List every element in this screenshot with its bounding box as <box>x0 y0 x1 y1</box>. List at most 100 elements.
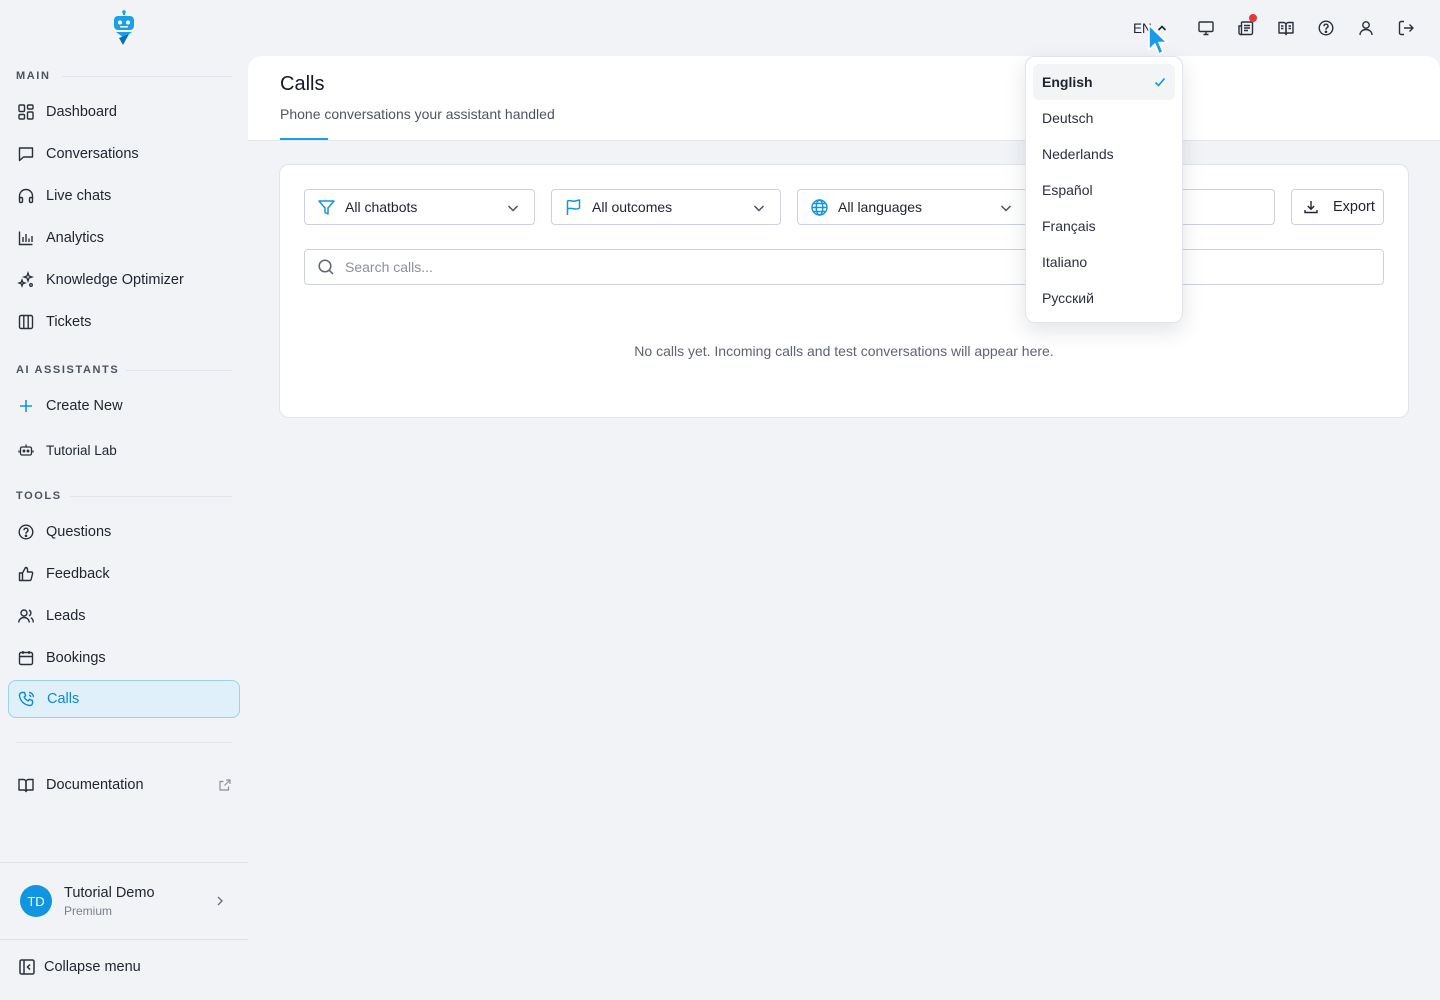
sidebar-item-feedback[interactable]: Feedback <box>8 555 240 593</box>
help-circle-icon[interactable] <box>1316 18 1336 38</box>
outcome-filter-value: All outcomes <box>592 199 673 215</box>
sidebar-item-label: Create New <box>46 398 123 414</box>
phone-call-icon <box>18 690 36 708</box>
empty-state-message: No calls yet. Incoming calls and test co… <box>634 343 1054 359</box>
sidebar-item-create-new[interactable]: Create New <box>8 387 240 425</box>
sidebar-item-calls[interactable]: Calls <box>8 680 240 718</box>
sidebar-item-label: Leads <box>46 608 86 624</box>
language-option-label: Español <box>1042 182 1093 198</box>
user-plan: Premium <box>64 904 113 918</box>
language-filter-value: All languages <box>838 199 923 215</box>
sidebar-divider <box>0 939 248 940</box>
sidebar-item-questions[interactable]: Questions <box>8 513 240 551</box>
page-title: Calls <box>280 73 325 95</box>
thumbs-up-icon <box>17 565 35 583</box>
section-divider <box>70 496 232 497</box>
language-option-nederlands[interactable]: Nederlands <box>1033 136 1175 172</box>
page-subtitle: Phone conversations your assistant handl… <box>280 106 555 122</box>
sidebar-item-label: Documentation <box>46 777 144 793</box>
logo-icon[interactable] <box>110 10 138 46</box>
language-option-label: Deutsch <box>1042 110 1094 126</box>
users-icon <box>17 607 35 625</box>
user-profile[interactable]: TD Tutorial Demo Premium <box>0 863 248 939</box>
export-label: Export <box>1333 199 1375 215</box>
language-option-deutsch[interactable]: Deutsch <box>1033 100 1175 136</box>
chevron-up-icon <box>1152 22 1168 34</box>
monitor-icon[interactable] <box>1196 18 1216 38</box>
sidebar-item-bookings[interactable]: Bookings <box>8 639 240 677</box>
sidebar-item-label: Questions <box>46 524 112 540</box>
collapse-menu-button[interactable]: Collapse menu <box>18 958 141 976</box>
headset-icon <box>17 187 35 205</box>
calls-card: All chatbots All outcomes All languages <box>279 164 1409 418</box>
avatar: TD <box>20 885 52 917</box>
language-dropdown-menu: English Deutsch Nederlands Español Franç… <box>1025 56 1183 323</box>
sidebar-item-label: Analytics <box>46 230 105 246</box>
dashboard-icon <box>17 103 35 121</box>
language-option-label: Français <box>1042 218 1096 234</box>
language-option-label: Русский <box>1042 290 1094 306</box>
sidebar: MAIN Dashboard Conversations Live chats … <box>0 0 248 1000</box>
external-link-icon <box>218 778 232 792</box>
chevron-down-icon <box>752 201 766 215</box>
language-option-english[interactable]: English <box>1033 64 1175 100</box>
language-option-russian[interactable]: Русский <box>1033 280 1175 316</box>
sidebar-item-label: Conversations <box>46 146 139 162</box>
language-option-italiano[interactable]: Italiano <box>1033 244 1175 280</box>
language-option-label: English <box>1042 74 1093 90</box>
check-icon <box>1153 75 1167 89</box>
sidebar-item-live-chats[interactable]: Live chats <box>8 177 240 215</box>
download-icon <box>1304 201 1318 214</box>
language-option-espanol[interactable]: Español <box>1033 172 1175 208</box>
columns-icon <box>17 313 35 331</box>
sidebar-item-label: Live chats <box>46 188 112 204</box>
newspaper-icon[interactable] <box>1236 14 1257 38</box>
flag-icon <box>564 198 583 217</box>
chevron-down-icon <box>999 201 1013 215</box>
search-box[interactable] <box>304 249 1384 285</box>
logout-icon[interactable] <box>1396 18 1416 38</box>
sidebar-item-knowledge-optimizer[interactable]: Knowledge Optimizer <box>8 261 240 299</box>
sidebar-item-conversations[interactable]: Conversations <box>8 135 240 173</box>
sidebar-item-documentation[interactable]: Documentation <box>8 766 240 804</box>
sidebar-item-analytics[interactable]: Analytics <box>8 219 240 257</box>
bot-icon <box>17 441 35 459</box>
page-header: Calls Phone conversations your assistant… <box>248 56 1440 141</box>
sidebar-item-label: Calls <box>47 691 80 707</box>
user-icon[interactable] <box>1356 18 1376 38</box>
sidebar-item-tutorial-lab[interactable]: Tutorial Lab <box>8 431 240 469</box>
chatbot-filter-value: All chatbots <box>345 199 418 215</box>
sidebar-item-label: Bookings <box>46 650 106 666</box>
chevron-down-icon <box>506 201 520 215</box>
title-underline <box>280 138 328 140</box>
language-code: EN <box>1133 20 1152 36</box>
language-option-label: Nederlands <box>1042 146 1114 162</box>
main-content: Calls Phone conversations your assistant… <box>248 56 1440 1000</box>
plus-icon <box>17 397 35 415</box>
language-filter-select[interactable]: All languages <box>797 189 1028 225</box>
search-input[interactable] <box>345 259 1383 275</box>
sidebar-item-leads[interactable]: Leads <box>8 597 240 635</box>
collapse-menu-label: Collapse menu <box>44 959 141 975</box>
chevron-right-icon <box>214 894 226 908</box>
export-button[interactable]: Export <box>1291 189 1384 225</box>
section-divider <box>126 370 232 371</box>
outcome-filter-select[interactable]: All outcomes <box>551 189 781 225</box>
calendar-icon <box>17 649 35 667</box>
notification-dot <box>1249 14 1257 22</box>
sidebar-item-tickets[interactable]: Tickets <box>8 303 240 341</box>
sidebar-item-label: Dashboard <box>46 104 117 120</box>
chatbot-filter-select[interactable]: All chatbots <box>304 189 535 225</box>
language-option-francais[interactable]: Français <box>1033 208 1175 244</box>
section-divider <box>62 76 232 77</box>
sidebar-item-label: Knowledge Optimizer <box>46 272 184 288</box>
sidebar-item-dashboard[interactable]: Dashboard <box>8 93 240 131</box>
book-open-icon <box>17 776 35 794</box>
book-open-icon[interactable] <box>1276 18 1296 38</box>
bar-chart-icon <box>17 229 35 247</box>
language-switcher[interactable]: EN <box>1133 18 1168 38</box>
globe-icon <box>810 198 829 217</box>
sparkles-icon <box>17 271 35 289</box>
sidebar-item-label: Tutorial Lab <box>46 442 117 458</box>
section-label-tools: TOOLS <box>16 490 62 502</box>
